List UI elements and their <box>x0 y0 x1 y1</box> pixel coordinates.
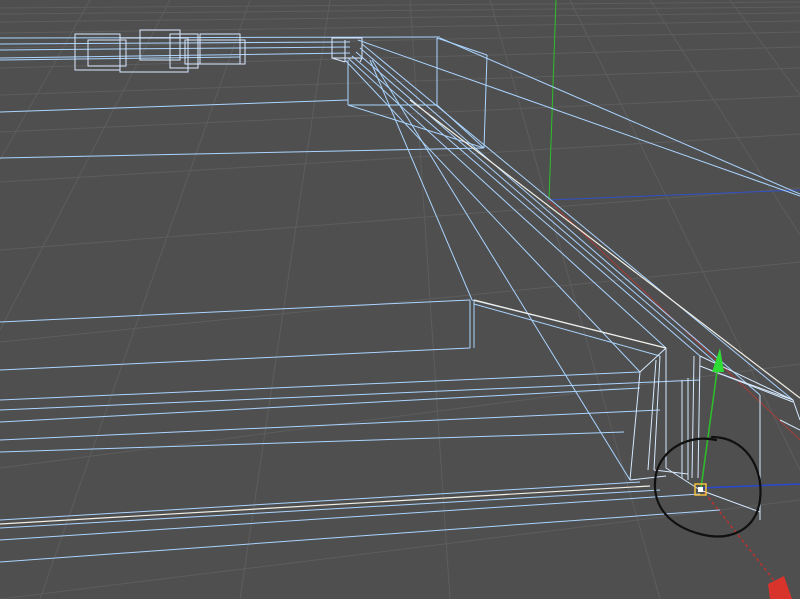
gizmo-y-axis-line <box>700 363 719 489</box>
3d-perspective-viewport[interactable] <box>0 0 800 599</box>
middle-notch <box>0 299 667 371</box>
arrow-up-icon[interactable] <box>712 348 724 372</box>
viewport-canvas[interactable] <box>0 0 800 599</box>
far-box-cluster <box>74 29 246 73</box>
highlight-edges <box>0 99 800 525</box>
near-rails <box>0 371 721 563</box>
arrow-cone-icon[interactable] <box>768 576 792 599</box>
gizmo-x-axis-line <box>700 487 781 589</box>
upper-box <box>347 37 488 149</box>
gizmo-z-axis-line <box>700 483 800 489</box>
wireframe-model[interactable] <box>0 29 800 563</box>
world-axis-y-line <box>548 0 557 201</box>
world-axis-z-line <box>547 189 800 201</box>
